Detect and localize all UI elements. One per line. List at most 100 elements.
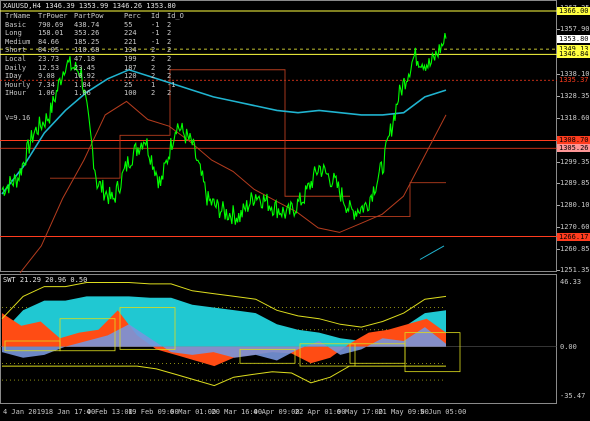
price-tick: 1299.35 [560, 157, 590, 166]
price-tick: 1289.85 [560, 179, 590, 188]
table-header: TrName TrPower PartPow Perc Id Id_O [5, 12, 184, 21]
table-cell: -1 [167, 80, 176, 89]
table-cell: 1 [151, 80, 156, 89]
price-tick: 1251.35 [560, 266, 590, 274]
table-cell: TrPower [38, 12, 68, 20]
table-cell: 9.08 [38, 72, 55, 81]
table-cell: 2 [167, 63, 172, 72]
table-cell: 23.45 [74, 63, 96, 72]
table-cell: Long [5, 29, 22, 38]
price-level-tag: 1335.37 [557, 76, 590, 85]
table-cell: 120 [124, 72, 137, 81]
table-cell: -1 [151, 37, 160, 46]
table-cell: 134 [124, 46, 137, 55]
table-cell: 100 [124, 89, 137, 98]
price-tick: 1280.10 [560, 201, 590, 210]
time-tick: 5 Jun 05:00 [420, 408, 467, 416]
table-cell: 55 [124, 20, 133, 29]
trend-power-table: TrName TrPower PartPow Perc Id Id_O Basic 790.6… [5, 12, 184, 98]
table-cell: Hourly [5, 80, 31, 89]
table-cell: 10.92 [74, 72, 96, 81]
price-tick-mark [557, 270, 560, 271]
price-tick-mark [557, 248, 560, 250]
blue-short-line [419, 245, 445, 260]
table-cell: IDay [5, 72, 22, 81]
osc-lower-band [2, 365, 446, 387]
price-tick: 1260.85 [560, 244, 590, 253]
table-cell: 2 [167, 46, 172, 55]
brown-trend-line [19, 100, 447, 274]
price-level-tag: 1266.17 [557, 232, 590, 241]
osc-tick: 46.33 [560, 278, 582, 286]
table-cell: 84.66 [38, 37, 60, 46]
table-cell: TrName [5, 12, 31, 20]
table-cell: Basic [5, 20, 27, 29]
table-row: Medium 84.66 185.25 221 -1 2 [5, 38, 181, 47]
table-cell: 2 [167, 20, 172, 29]
price-level-tag: 1366.00 [557, 7, 590, 16]
table-row: IDay 9.08 10.92 120 2 2 [5, 72, 181, 81]
table-cell: 187 [124, 63, 137, 72]
time-tick: 4 Apr 09:00 [253, 408, 300, 416]
table-cell: 2 [151, 46, 156, 55]
price-tick: 1270.60 [560, 222, 590, 231]
table-cell: Local [5, 54, 27, 63]
table-cell: 25 [124, 80, 133, 89]
price-tick-mark [557, 74, 560, 76]
symbol-label: XAUUSD,H4 [3, 2, 41, 10]
table-row: Local 23.73 47.18 199 2 2 [5, 55, 181, 64]
table-row: Hourly 7.34 1.84 25 1 -1 [5, 81, 181, 90]
price-tick: 1357.90 [560, 25, 590, 34]
table-cell: 2 [151, 63, 156, 72]
time-tick: 6 Mar 01:00 [169, 408, 217, 416]
osc-tick: 0.00 [560, 342, 577, 351]
table-cell: 110.68 [74, 46, 100, 55]
table-cell: 224 [124, 29, 137, 38]
osc-tick: -35.47 [560, 392, 586, 400]
table-cell: IHour [5, 89, 27, 98]
price-tick-mark [557, 29, 560, 31]
table-cell: 7.34 [38, 80, 55, 89]
table-cell: 47.18 [74, 54, 96, 63]
table-cell: 84.05 [38, 46, 60, 55]
symbol-header: XAUUSD,H4 1346.39 1353.99 1346.26 1353.8… [3, 2, 176, 10]
table-cell: 438.74 [74, 20, 100, 29]
table-cell: 185.25 [74, 37, 100, 46]
table-cell: -1 [151, 20, 160, 29]
time-tick: 6 May 17:00 [336, 408, 383, 416]
table-cell: 12.53 [38, 63, 60, 72]
price-tick-mark [557, 161, 560, 163]
price-tick-mark [557, 183, 560, 185]
table-cell: Daily [5, 63, 27, 72]
time-tick: 4 Feb 13:00 [86, 408, 133, 416]
table-cell: 2 [167, 72, 172, 81]
table-cell: Short [5, 46, 27, 55]
table-cell: 353.26 [74, 29, 100, 38]
table-cell: 199 [124, 54, 137, 63]
ohlc-values: 1346.39 1353.99 1346.26 1353.80 [45, 2, 176, 10]
table-cell: 23.73 [38, 54, 60, 63]
table-cell: 1.84 [74, 80, 91, 89]
table-row: Daily 12.53 23.45 187 2 2 [5, 64, 181, 73]
price-axis[interactable]: 1367.351357.901348.001338.101328.351318.… [557, 0, 590, 274]
time-tick: 4 Jan 2019 [3, 408, 46, 416]
table-cell: 2 [151, 89, 156, 98]
table-cell: PartPow [74, 12, 104, 20]
oscillator-axis[interactable]: 46.33 0.00 -35.47 [557, 274, 590, 404]
table-row: Long 158.01 353.26 224 -1 2 [5, 29, 181, 38]
price-level-tag: 1346.84 [557, 50, 590, 59]
time-axis[interactable]: 4 Jan 2019 18 Jan 17:00 4 Feb 13:00 19 Feb … [0, 405, 557, 421]
table-cell: 158.01 [38, 29, 64, 38]
price-level-tag: 1305.26 [557, 144, 590, 153]
price-tick: 1318.60 [560, 114, 590, 123]
table-cell: Id [151, 12, 160, 20]
table-cell: Perc [124, 12, 141, 20]
table-cell: 2 [167, 37, 172, 46]
table-cell: 221 [124, 37, 137, 46]
table-cell: 2 [167, 54, 172, 63]
price-tick-mark [557, 96, 560, 98]
table-row: IHour 1.06 1.06 100 2 2 [5, 89, 181, 98]
table-cell: 2 [167, 89, 172, 98]
table-cell: -1 [151, 29, 160, 38]
table-cell: Medium [5, 37, 31, 46]
